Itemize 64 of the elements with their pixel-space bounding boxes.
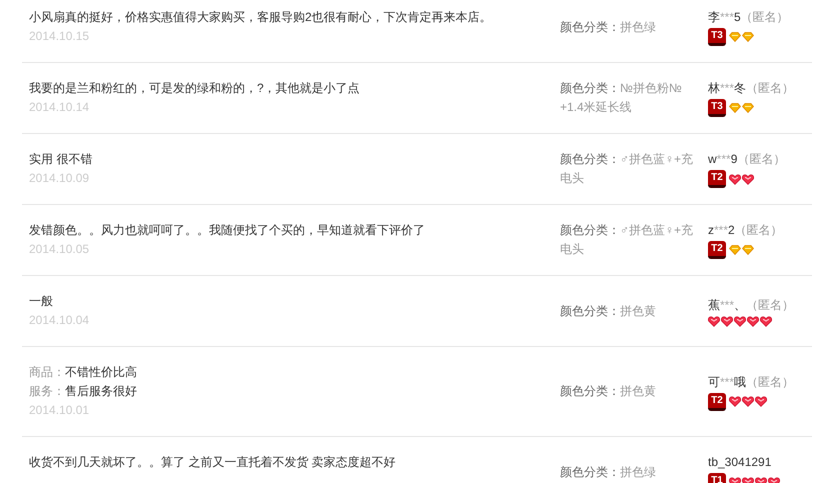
review-text: 售后服务很好 — [65, 383, 137, 400]
heart-icon — [729, 174, 741, 184]
sku-text: 颜色分类：拼色黄 — [560, 302, 657, 320]
diamond-icon — [742, 103, 754, 113]
name-mask: *** — [716, 151, 731, 168]
review-text: 收货不到几天就坏了。。算了 之前又一直托着不发货 卖家态度超不好 — [29, 454, 396, 471]
name-mask: *** — [720, 374, 734, 390]
user-name: 蕉 — [708, 296, 720, 314]
level-badge: T3 — [708, 99, 726, 117]
diamond-icon — [729, 32, 741, 42]
user-name: 2 — [728, 222, 735, 239]
anonymous-tag: （匿名） — [746, 79, 794, 98]
user-name: 林 — [708, 80, 720, 97]
heart-icon — [742, 396, 754, 407]
level-badge: T2 — [708, 392, 726, 410]
user-name: 可 — [708, 374, 720, 390]
sku-text: 颜色分类：拼色绿 — [560, 464, 657, 480]
name-mask: *** — [720, 9, 734, 26]
sku-text: 颜色分类：拼色黄 — [560, 383, 657, 400]
name-mask: *** — [714, 222, 728, 239]
review-text: 我要的是兰和粉红的，可是发的绿和粉的，?，其他就是小了点 — [29, 80, 360, 97]
review-text: 小风扇真的挺好，价格实惠值得大家购买，客服导购2也很有耐心，下次肯定再来本店。 — [29, 9, 492, 26]
review-text: 一般 — [29, 293, 53, 310]
level-badge: T2 — [708, 241, 726, 259]
sku-text: 颜色分类：♂拼色蓝♀+充电头 — [560, 151, 694, 187]
user-name: w — [708, 151, 717, 168]
review-text: 发错颜色。。风力也就呵呵了。。我随便找了个买的，早知道就看下评价了 — [29, 222, 425, 239]
review-text: 实用 很不错 — [29, 151, 92, 168]
sku-text: 颜色分类：拼色绿 — [560, 18, 657, 36]
heart-icon — [729, 396, 741, 407]
level-badge: T2 — [708, 170, 726, 188]
diamond-icon — [729, 103, 741, 113]
user-name: 李 — [708, 9, 720, 26]
anonymous-tag: （匿名） — [746, 296, 794, 314]
sku-text: 颜色分类：♂拼色蓝♀+充电头 — [560, 222, 694, 258]
anonymous-tag: （匿名） — [740, 8, 789, 27]
diamond-icon — [742, 32, 754, 42]
user-name: 哦 — [734, 374, 746, 390]
anonymous-tag: （匿名） — [746, 372, 794, 392]
field-label: 服务： — [29, 383, 65, 400]
review-text: 不错性价比高 — [65, 364, 137, 381]
sku-text: 颜色分类：№拼色粉№+1.4米延长线 — [560, 80, 683, 116]
name-mask: *** — [720, 296, 734, 314]
user-name: z — [708, 222, 714, 239]
level-badge: T3 — [708, 28, 726, 46]
heart-icon — [708, 316, 720, 326]
heart-icon — [721, 316, 733, 326]
level-badge: T1 — [708, 473, 726, 483]
heart-icon — [734, 316, 746, 326]
diamond-icon — [729, 245, 741, 255]
heart-icon — [747, 316, 759, 326]
heart-icon — [760, 316, 772, 326]
anonymous-tag: （匿名） — [737, 150, 786, 169]
heart-icon — [742, 174, 754, 184]
diamond-icon — [742, 245, 754, 255]
user-name: tb_3041291 — [708, 454, 772, 471]
user-name: 冬 — [734, 80, 746, 97]
field-label: 商品： — [29, 364, 65, 381]
user-name: 、 — [734, 296, 746, 314]
user-name: 5 — [734, 9, 741, 26]
name-mask: *** — [720, 80, 734, 97]
anonymous-tag: （匿名） — [734, 221, 783, 240]
user-name: 9 — [730, 151, 738, 168]
heart-icon — [755, 396, 767, 407]
